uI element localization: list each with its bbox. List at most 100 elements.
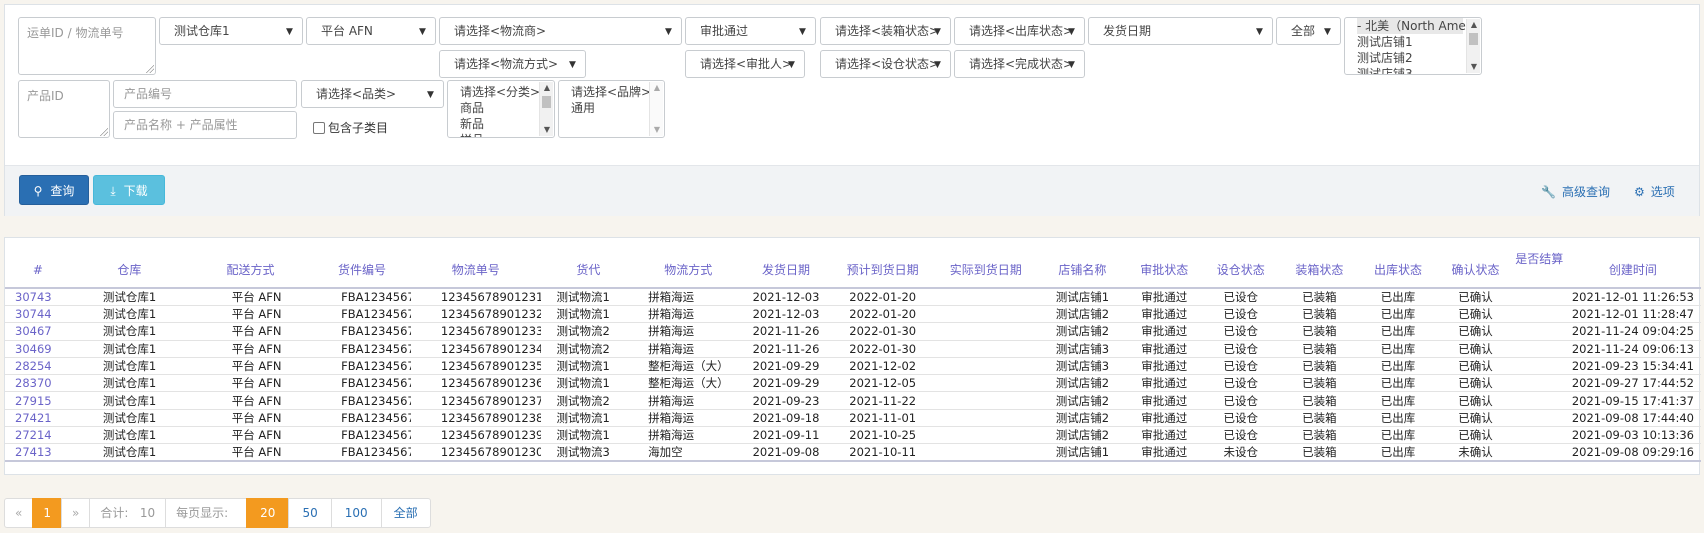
page-size-50[interactable]: 50: [288, 498, 332, 528]
scroll-down-icon[interactable]: ▼: [1467, 61, 1481, 73]
all-select[interactable]: 全部 ▼: [1276, 17, 1341, 45]
brand-scrollbar[interactable]: ▲ ▼: [649, 82, 663, 136]
store-scrollbar[interactable]: ▲ ▼: [1466, 19, 1480, 73]
col-eta-cell: 2021-12-02: [831, 357, 934, 376]
table-row[interactable]: 30743 测试仓库1平台 AFNFBA123456780123456789012…: [5, 288, 1701, 306]
brand-option[interactable]: 通用: [571, 100, 646, 116]
logistics-provider-select[interactable]: 请选择<物流商> ▼: [439, 17, 682, 45]
table-row[interactable]: 27214 测试仓库1平台 AFNFBA123456787123456789012…: [5, 426, 1701, 445]
page-size-all[interactable]: 全部: [380, 498, 431, 528]
brand-listbox[interactable]: 请选择<品牌> 通用 ▲ ▼: [558, 80, 665, 138]
include-subcategory-checkbox[interactable]: 包含子类目: [313, 120, 388, 136]
scroll-up-icon[interactable]: ▲: [1467, 19, 1481, 31]
store-listbox[interactable]: - 北美（North Americ 测试店铺1 测试店铺2 测试店铺3 ▲ ▼: [1344, 17, 1482, 75]
chevron-down-icon: ▼: [799, 27, 806, 37]
ship-date-select[interactable]: 发货日期 ▼: [1088, 17, 1273, 45]
classification-listbox[interactable]: 请选择<分类> 商品 新品 样品 ▲ ▼: [447, 80, 555, 138]
download-button[interactable]: ⤓ 下载: [93, 175, 165, 205]
store-option[interactable]: 测试店铺3: [1357, 66, 1463, 74]
col-method-cell: 拼箱海运: [636, 340, 741, 358]
advanced-query-link[interactable]: 🔧 高级查询: [1541, 183, 1610, 200]
shipment-id-link[interactable]: 27214: [5, 428, 52, 442]
table-row[interactable]: 28254 测试仓库1平台 AFNFBA123456789123456789012…: [5, 357, 1701, 376]
approval-status-select[interactable]: 审批通过 ▼: [685, 17, 816, 45]
page-size-100[interactable]: 100: [330, 498, 382, 528]
shipment-id-cell[interactable]: 27915: [5, 391, 71, 410]
classification-scrollbar[interactable]: ▲ ▼: [539, 82, 553, 136]
col-arrival-cell: [933, 305, 1038, 324]
shipment-id-link[interactable]: 27413: [5, 445, 52, 459]
shipment-id-link[interactable]: 30467: [5, 324, 52, 338]
shipment-id-cell[interactable]: 27214: [5, 426, 71, 445]
store-option[interactable]: 测试店铺2: [1357, 50, 1463, 66]
brand-option[interactable]: 请选择<品牌>: [571, 84, 651, 100]
shipment-id-cell[interactable]: 27421: [5, 409, 71, 428]
table-row[interactable]: 27421 测试仓库1平台 AFNFBA123456786123456789012…: [5, 409, 1701, 428]
shipment-id-link[interactable]: 27915: [5, 394, 52, 408]
next-page-button[interactable]: »: [60, 498, 91, 528]
scroll-thumb[interactable]: [542, 96, 551, 108]
approval-status-value: 审批通过: [700, 24, 749, 38]
classification-option[interactable]: 新品: [460, 116, 536, 132]
shipment-id-cell[interactable]: 30469: [5, 340, 71, 358]
shipment-id-cell[interactable]: 27413: [5, 443, 71, 463]
packing-status-select[interactable]: 请选择<装箱状态> ▼: [820, 17, 951, 45]
table-row[interactable]: 28370 测试仓库1平台 AFNFBA123456784123456789012…: [5, 374, 1701, 393]
col-shipment-cell: FBA123456784: [313, 374, 411, 393]
shipment-id-cell[interactable]: 30743: [5, 288, 71, 306]
scroll-up-icon[interactable]: ▲: [540, 82, 554, 94]
classification-option[interactable]: 请选择<分类>: [460, 84, 540, 100]
shipment-id-cell[interactable]: 28254: [5, 357, 71, 376]
col-store-cell: 测试店铺1: [1037, 443, 1128, 463]
waybill-textarea[interactable]: 运单ID / 物流单号: [18, 17, 156, 75]
column-header-method: 物流方式: [664, 262, 713, 277]
page-size-20[interactable]: 20: [246, 498, 290, 528]
shipment-id-link[interactable]: 30744: [5, 307, 52, 321]
table-row[interactable]: 27915 测试仓库1平台 AFNFBA123456785123456789012…: [5, 391, 1701, 410]
product-id-textarea[interactable]: 产品ID: [18, 80, 110, 138]
outbound-status-select[interactable]: 请选择<出库状态> ▼: [954, 17, 1085, 45]
table-row[interactable]: 30744 测试仓库1平台 AFNFBA123456781123456789012…: [5, 305, 1701, 324]
warehouse-select[interactable]: 测试仓库1 ▼: [159, 17, 303, 45]
store-option[interactable]: 测试店铺1: [1357, 34, 1463, 50]
device-status-select[interactable]: 请选择<设仓状态> ▼: [820, 50, 951, 78]
query-button[interactable]: ⚲ 查询: [19, 175, 89, 205]
store-option[interactable]: - 北美（North Americ: [1357, 18, 1481, 34]
scroll-down-icon[interactable]: ▼: [540, 124, 554, 136]
shipment-id-cell[interactable]: 28370: [5, 374, 71, 393]
logistics-method-select[interactable]: 请选择<物流方式> ▼: [439, 50, 586, 78]
category-select[interactable]: 请选择<品类> ▼: [301, 80, 444, 108]
col-shipment-cell: FBA123456783: [313, 340, 411, 358]
classification-option[interactable]: 商品: [460, 100, 536, 116]
completion-status-select[interactable]: 请选择<完成状态> ▼: [954, 50, 1085, 78]
table-row[interactable]: 30467 测试仓库1平台 AFNFBA123456782123456789012…: [5, 322, 1701, 341]
col-created-cell: 2021-11-24 09:04:25: [1564, 322, 1701, 341]
shipment-id-link[interactable]: 28254: [5, 359, 52, 373]
table-row[interactable]: 27413 测试仓库1平台 AFNFBA123456788123456789012…: [5, 443, 1701, 463]
col-settled-cell: [1513, 374, 1565, 393]
scroll-down-icon[interactable]: ▼: [650, 124, 664, 136]
col-settled-cell: [1513, 305, 1565, 324]
product-code-input[interactable]: 产品编号: [113, 80, 297, 108]
approver-select[interactable]: 请选择<审批人> ▼: [685, 50, 805, 78]
table-row[interactable]: 30469 测试仓库1平台 AFNFBA123456783123456789012…: [5, 340, 1701, 358]
shipment-id-cell[interactable]: 30744: [5, 305, 71, 324]
options-link[interactable]: ⚙ 选项: [1634, 183, 1675, 200]
platform-select[interactable]: 平台 AFN ▼: [306, 17, 436, 45]
col-approval-cell: 审批通过: [1127, 357, 1202, 376]
prev-page-button[interactable]: «: [4, 498, 34, 528]
scroll-up-icon[interactable]: ▲: [650, 82, 664, 94]
shipment-id-cell[interactable]: 30467: [5, 322, 71, 341]
product-name-input[interactable]: 产品名称 + 产品属性: [113, 111, 297, 139]
shipment-id-link[interactable]: 28370: [5, 376, 52, 390]
column-header-packing: 装箱状态: [1295, 262, 1344, 277]
shipment-id-link[interactable]: 27421: [5, 411, 52, 425]
scroll-thumb[interactable]: [1469, 33, 1478, 45]
col-warehouse-cell: 测试仓库1: [70, 409, 188, 428]
col-outbound-cell: 已出库: [1358, 305, 1438, 324]
checkbox-icon[interactable]: [313, 122, 325, 134]
shipment-id-link[interactable]: 30469: [5, 342, 52, 356]
classification-option[interactable]: 样品: [460, 132, 536, 137]
shipment-id-link[interactable]: 30743: [5, 290, 52, 304]
page-button-current[interactable]: 1: [32, 498, 62, 528]
